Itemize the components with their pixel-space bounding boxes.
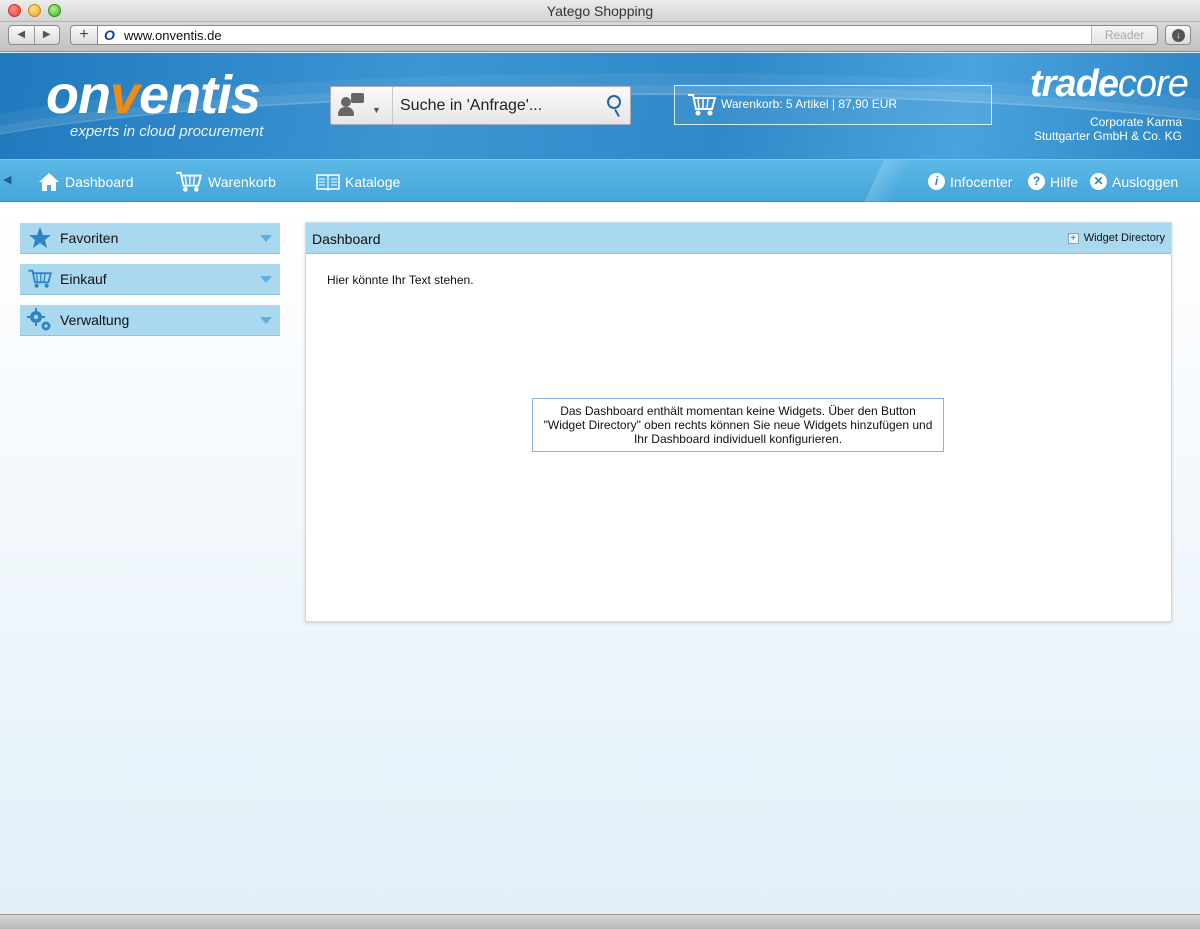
intro-text: Hier könnte Ihr Text stehen.	[327, 273, 474, 287]
nav-ausloggen[interactable]: ✕ Ausloggen	[1090, 160, 1178, 203]
widget-directory-button[interactable]: + Widget Directory	[1067, 232, 1165, 244]
nav-dashboard[interactable]: Dashboard	[38, 160, 134, 203]
nav-kataloge[interactable]: Kataloge	[316, 160, 400, 203]
sidebar-item-label: Einkauf	[60, 271, 107, 287]
back-button[interactable]: ◀	[9, 26, 35, 44]
sidebar-item-label: Verwaltung	[60, 312, 130, 328]
dashboard-panel: Dashboard + Widget Directory Hier könnte…	[305, 222, 1172, 622]
search-input[interactable]: Suche in 'Anfrage'...	[400, 97, 542, 115]
forward-button[interactable]: ▶	[35, 26, 60, 44]
close-window-button[interactable]	[8, 4, 21, 17]
downloads-button[interactable]: ↓	[1165, 25, 1191, 45]
company-name: Corporate Karma Stuttgarter GmbH & Co. K…	[1033, 115, 1182, 143]
plus-icon: +	[1067, 232, 1079, 244]
site-favicon-icon: O	[104, 27, 115, 43]
sidebar-item-einkauf[interactable]: Einkauf	[20, 264, 280, 295]
minimize-window-button[interactable]	[28, 4, 41, 17]
info-icon: i	[928, 173, 945, 190]
sidebar-item-favoriten[interactable]: Favoriten	[20, 223, 280, 254]
reader-button[interactable]: Reader	[1091, 26, 1157, 44]
empty-dashboard-notice: Das Dashboard enthält momentan keine Wid…	[532, 398, 944, 452]
logo-tagline: experts in cloud procurement	[70, 123, 264, 140]
collapse-arrow-icon[interactable]: ◀	[3, 173, 11, 186]
cart-summary[interactable]: Warenkorb: 5 Artikel | 87,90 EUR	[674, 85, 992, 125]
download-icon: ↓	[1172, 29, 1185, 42]
chevron-down-icon: ▼	[372, 105, 381, 115]
browser-toolbar: ◀ ▶ + O www.onventis.de Reader ↓	[0, 22, 1200, 52]
book-icon	[316, 173, 340, 191]
cart-summary-text: Warenkorb: 5 Artikel | 87,90 EUR	[721, 97, 898, 111]
main-navigation: ◀ Dashboard Warenkorb Kataloge i Infocen…	[0, 159, 1200, 203]
cart-icon	[176, 171, 203, 192]
search-box[interactable]: ▼ Suche in 'Anfrage'...	[330, 86, 631, 125]
nav-hilfe[interactable]: ? Hilfe	[1028, 160, 1078, 203]
add-bookmark-button[interactable]: +	[70, 25, 98, 45]
window-title: Yatego Shopping	[546, 3, 654, 19]
gears-icon	[20, 308, 60, 332]
onventis-logo[interactable]: onventis	[46, 65, 261, 125]
history-buttons: ◀ ▶	[8, 25, 60, 45]
zoom-window-button[interactable]	[48, 4, 61, 17]
site-header: onventis experts in cloud procurement ▼ …	[0, 53, 1200, 159]
browser-status-bar	[0, 914, 1200, 929]
star-icon	[20, 226, 60, 250]
cart-icon	[688, 94, 717, 116]
chevron-down-icon[interactable]	[260, 235, 272, 242]
page-content: onventis experts in cloud procurement ▼ …	[0, 53, 1200, 914]
address-bar[interactable]: O www.onventis.de Reader	[98, 25, 1158, 45]
close-icon: ✕	[1090, 173, 1107, 190]
nav-infocenter[interactable]: i Infocenter	[928, 160, 1012, 203]
search-scope-selector[interactable]: ▼	[331, 87, 393, 124]
nav-warenkorb[interactable]: Warenkorb	[175, 160, 276, 203]
chevron-down-icon[interactable]	[260, 317, 272, 324]
home-icon	[39, 172, 59, 191]
search-icon[interactable]	[607, 95, 621, 109]
dashboard-panel-header: Dashboard + Widget Directory	[306, 223, 1171, 254]
sidebar-item-label: Favoriten	[60, 230, 119, 246]
cart-icon	[20, 269, 60, 289]
panel-title: Dashboard	[312, 231, 381, 247]
window-titlebar: Yatego Shopping	[0, 0, 1200, 22]
url-text[interactable]: www.onventis.de	[124, 28, 222, 43]
tradecore-logo: tradecore	[1030, 63, 1189, 105]
chevron-down-icon[interactable]	[260, 276, 272, 283]
help-icon: ?	[1028, 173, 1045, 190]
sidebar-item-verwaltung[interactable]: Verwaltung	[20, 305, 280, 336]
